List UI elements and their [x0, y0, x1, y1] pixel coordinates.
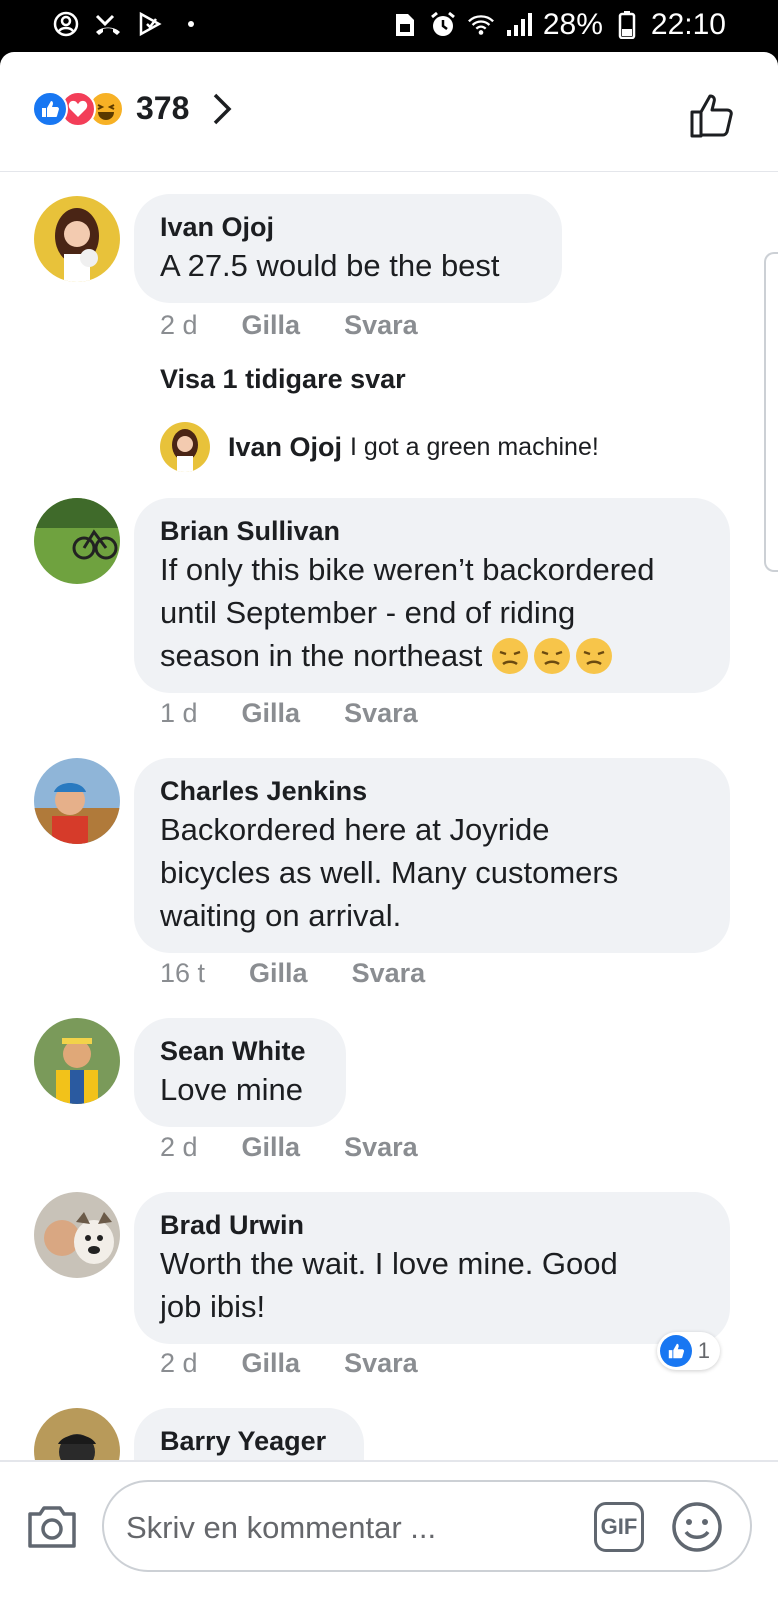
comment-author[interactable]: Ivan Ojoj [160, 210, 536, 244]
like-comment-button[interactable]: Gilla [242, 310, 301, 341]
sim-icon [391, 11, 419, 39]
wifi-icon [467, 11, 495, 39]
like-icon [32, 90, 68, 127]
comment-text-line: season in the northeast [160, 634, 704, 677]
comment-composer: Skriv en kommentar ... GIF [0, 1460, 778, 1600]
missed-call-icon [94, 10, 122, 38]
like-icon [659, 1335, 692, 1367]
comment-author[interactable]: Sean White [160, 1034, 320, 1068]
avatar[interactable] [34, 498, 120, 584]
reply-button[interactable]: Svara [344, 698, 418, 729]
camera-icon [28, 1506, 76, 1548]
comment-author[interactable]: Barry Yeager [160, 1424, 338, 1458]
like-comment-button[interactable]: Gilla [249, 958, 308, 989]
reply-text: I got a green machine! [350, 432, 599, 461]
reply-button[interactable]: Svara [344, 1132, 418, 1163]
account-icon [52, 10, 80, 38]
like-comment-button[interactable]: Gilla [242, 1348, 301, 1379]
comment-author[interactable]: Brad Urwin [160, 1208, 704, 1242]
comment-bubble[interactable]: Ivan Ojoj A 27.5 would be the best [134, 194, 562, 303]
comment-bubble[interactable]: Charles Jenkins Backordered here at Joyr… [134, 758, 730, 953]
like-comment-button[interactable]: Gilla [242, 1132, 301, 1163]
comment-text-line: bicycles as well. Many customers [160, 855, 619, 890]
reply-preview[interactable]: Ivan Ojoj I got a green machine! [160, 422, 599, 472]
avatar[interactable] [34, 196, 120, 282]
comment-actions: 16 t Gilla Svara [160, 958, 425, 989]
comment-text: A 27.5 would be the best [160, 248, 500, 283]
comment-text-line: job ibis! [160, 1289, 266, 1324]
comment-actions: 2 d Gilla Svara [160, 1132, 418, 1163]
like-count: 1 [697, 1338, 710, 1363]
comment-bubble[interactable]: Brian Sullivan If only this bike weren’t… [134, 498, 730, 693]
reactions-summary[interactable]: 378 [32, 90, 237, 127]
signal-icon [505, 11, 533, 39]
comment-author[interactable]: Charles Jenkins [160, 774, 704, 808]
battery-icon [613, 11, 641, 39]
battery-percent: 28% [542, 8, 603, 41]
avatar[interactable] [34, 758, 120, 844]
gif-button[interactable]: GIF [594, 1502, 644, 1552]
comment-like-badge[interactable]: 1 [656, 1332, 720, 1370]
emoji-button[interactable] [670, 1500, 724, 1554]
comment-text-line: until September - end of riding [160, 595, 576, 630]
comment-time: 2 d [160, 1132, 198, 1162]
comment-bubble[interactable]: Sean White Love mine [134, 1018, 346, 1127]
comment-time: 16 t [160, 958, 206, 988]
notification-dot [188, 21, 194, 27]
camera-button[interactable] [26, 1500, 78, 1552]
comments-sheet: 378 Ivan Ojoj A 27.5 would be the best 2… [0, 52, 778, 1600]
reply-button[interactable]: Svara [344, 1348, 418, 1379]
comment-input-placeholder: Skriv en kommentar ... [126, 1510, 437, 1545]
comment-text: Love mine [160, 1072, 304, 1107]
comment-actions: 2 d Gilla Svara [160, 310, 418, 341]
avatar[interactable] [34, 1018, 120, 1104]
reply-author[interactable]: Ivan Ojoj [228, 432, 342, 463]
avatar[interactable] [34, 1192, 120, 1278]
comment-time: 1 d [160, 698, 198, 728]
like-post-button[interactable] [688, 90, 738, 140]
comment-actions: 1 d Gilla Svara [160, 698, 418, 729]
play-check-icon [136, 10, 164, 38]
comment-bubble[interactable]: Brad Urwin Worth the wait. I love mine. … [134, 1192, 730, 1344]
comment-time: 2 d [160, 1348, 198, 1378]
avatar[interactable] [160, 422, 210, 472]
comment-text-line: waiting on arrival. [160, 898, 402, 933]
status-bar: 28% 22:10 [0, 0, 778, 52]
clock: 22:10 [650, 8, 726, 41]
smiley-icon [672, 1502, 722, 1552]
disappointed-emoji-icon [490, 636, 614, 676]
thumbs-up-icon [690, 94, 733, 138]
comment-input[interactable]: Skriv en kommentar ... GIF [102, 1480, 752, 1572]
comments-list: Ivan Ojoj A 27.5 would be the best 2 d G… [0, 174, 778, 1536]
reply-button[interactable]: Svara [352, 958, 426, 989]
reaction-count: 378 [136, 90, 190, 126]
like-comment-button[interactable]: Gilla [242, 698, 301, 729]
comment-text-line: If only this bike weren’t backordered [160, 552, 655, 587]
chevron-right-icon [207, 91, 237, 127]
reply-button[interactable]: Svara [344, 310, 418, 341]
view-earlier-replies-link[interactable]: Visa 1 tidigare svar [160, 364, 406, 395]
reactions-bar: 378 [0, 52, 778, 172]
comment-time: 2 d [160, 310, 198, 340]
alarm-icon [429, 11, 457, 39]
comment-actions: 2 d Gilla Svara [160, 1348, 418, 1379]
comment-text-line: Worth the wait. I love mine. Good [160, 1246, 618, 1281]
comment-text-line: Backordered here at Joyride [160, 812, 550, 847]
comment-author[interactable]: Brian Sullivan [160, 514, 704, 548]
